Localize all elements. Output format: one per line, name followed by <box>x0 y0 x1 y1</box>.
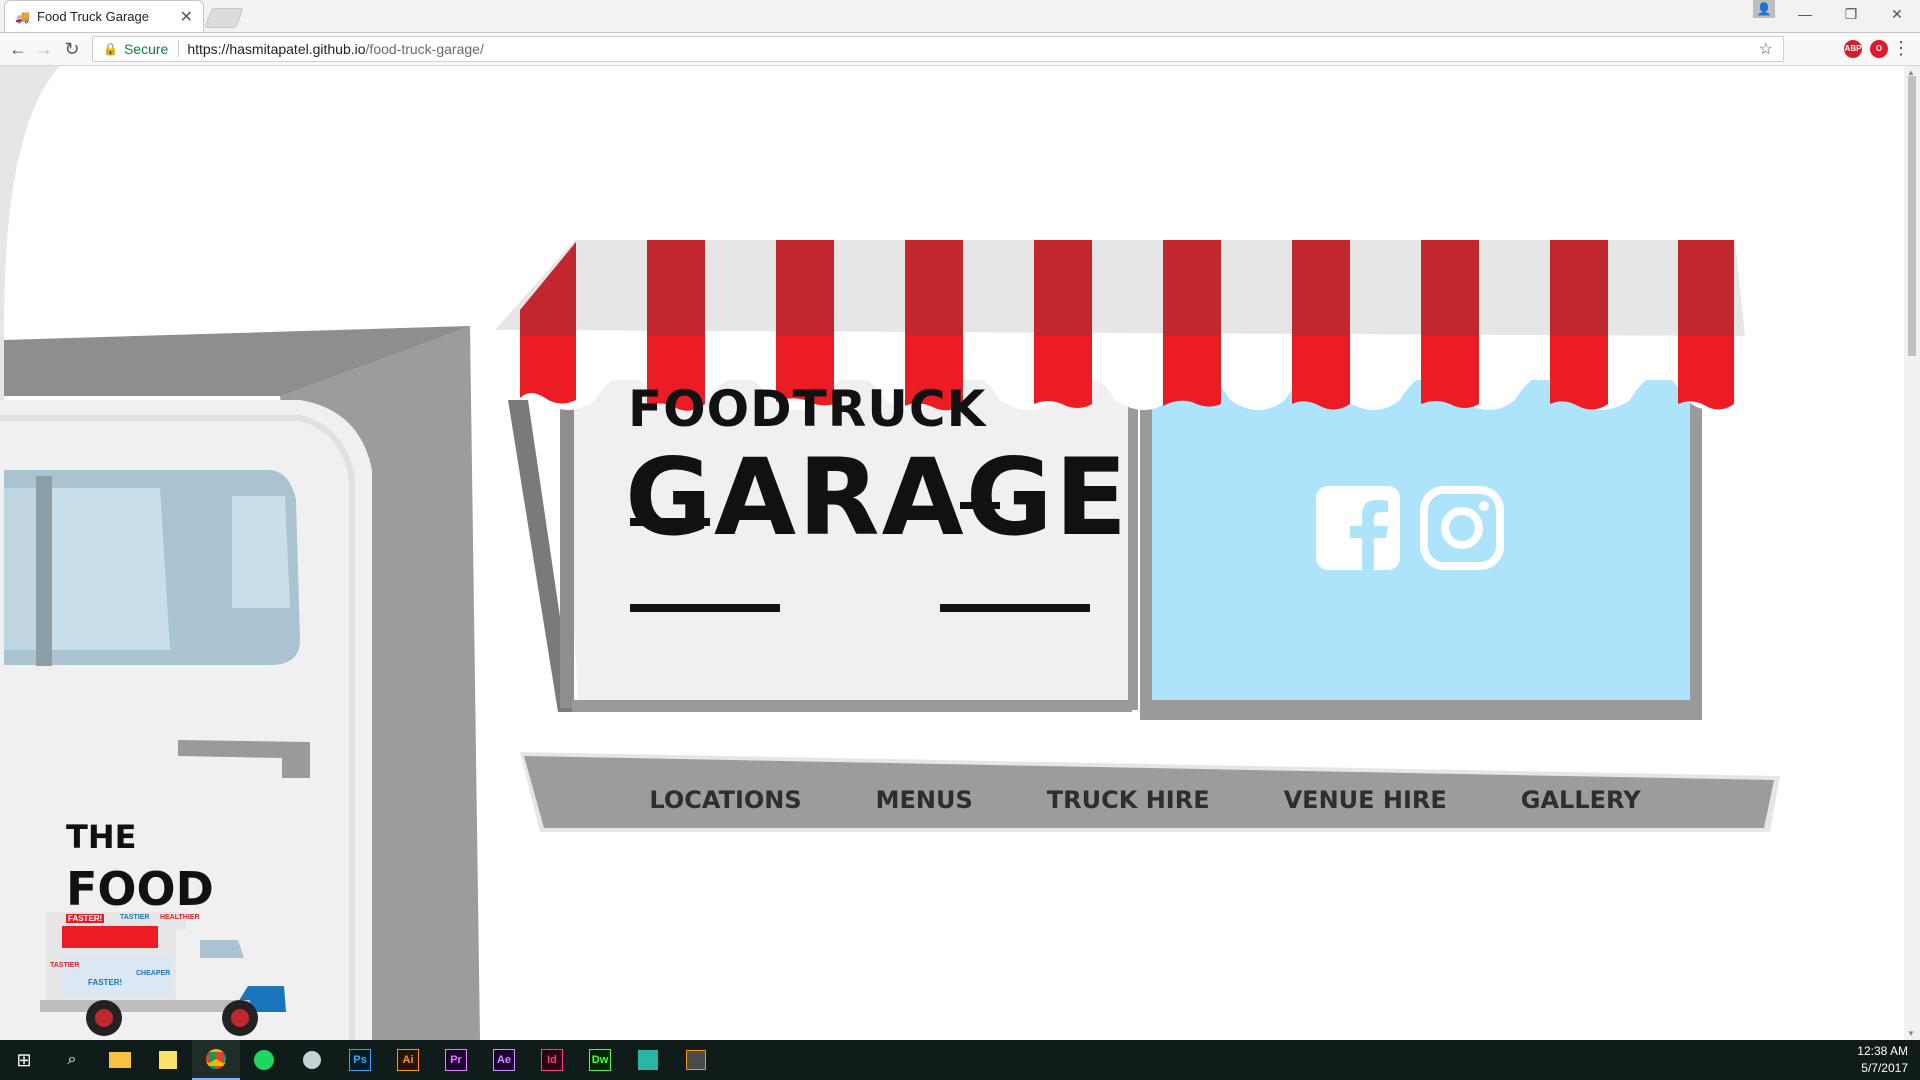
page-favicon-icon: 🚚 <box>15 9 30 24</box>
address-bar[interactable]: 🔒 Secure https://hasmitapatel.github.io … <box>92 36 1784 62</box>
url-path: /food-truck-garage/ <box>365 41 484 57</box>
minimize-icon[interactable]: — <box>1782 0 1828 28</box>
window-controls: — ❐ ✕ <box>1782 0 1920 28</box>
illustrator-icon[interactable]: Ai <box>384 1040 432 1080</box>
nav-menus[interactable]: MENUS <box>876 786 973 826</box>
search-icon[interactable]: ⌕ <box>48 1040 96 1080</box>
nav-venue-hire[interactable]: VENUE HIRE <box>1284 786 1447 826</box>
lock-icon: 🔒 <box>103 42 118 56</box>
main-navigation: LOCATIONS MENUS TRUCK HIRE VENUE HIRE GA… <box>520 786 1770 826</box>
bookmark-star-icon[interactable]: ☆ <box>1759 39 1773 59</box>
tab-close-icon[interactable]: ✕ <box>180 7 193 27</box>
nav-truck-hire[interactable]: TRUCK HIRE <box>1047 786 1210 826</box>
sticky-notes-icon[interactable] <box>144 1040 192 1080</box>
secure-label: Secure <box>123 41 169 57</box>
logo-garage-text: GARAGE <box>625 436 1130 559</box>
nav-gallery[interactable]: GALLERY <box>1521 786 1641 826</box>
browser-toolbar: ← → ↻ 🔒 Secure https://hasmitapatel.gith… <box>0 33 1920 66</box>
chrome-icon[interactable] <box>192 1040 240 1080</box>
sublime-text-icon[interactable] <box>672 1040 720 1080</box>
mini-logo-the: THE <box>66 818 137 856</box>
opera-extension-icon[interactable]: O <box>1870 40 1888 58</box>
system-clock[interactable]: 12:38 AM 5/7/2017 <box>1857 1043 1908 1077</box>
dreamweaver-icon[interactable]: Dw <box>576 1040 624 1080</box>
reload-icon[interactable]: ↻ <box>60 37 84 61</box>
browser-tab[interactable]: 🚚 Food Truck Garage ✕ <box>4 0 204 32</box>
chrome-menu-icon[interactable]: ⋮ <box>1892 38 1910 59</box>
decal-cheaper: CHEAPER <box>136 970 171 977</box>
indesign-icon[interactable]: Id <box>528 1040 576 1080</box>
decal-healthier: HEALTHIER <box>160 914 200 921</box>
photoshop-icon[interactable]: Ps <box>336 1040 384 1080</box>
after-effects-icon[interactable]: Ae <box>480 1040 528 1080</box>
profile-icon[interactable]: 👤 <box>1753 0 1775 18</box>
omnibox-divider <box>178 41 180 57</box>
web-page: FOODTRUCK GARAGE LOCATIONS MENUS TRUCK H… <box>0 66 1904 1040</box>
close-window-icon[interactable]: ✕ <box>1874 0 1920 28</box>
decal-faster-2: FASTER! <box>88 978 123 987</box>
instagram-icon[interactable] <box>1420 486 1504 570</box>
page-scrollbar[interactable]: ▲ ▼ <box>1904 66 1920 1040</box>
app-house-icon[interactable] <box>624 1040 672 1080</box>
facebook-icon[interactable] <box>1316 486 1400 570</box>
file-explorer-icon[interactable] <box>96 1040 144 1080</box>
decal-faster: FASTER! <box>66 914 105 923</box>
clock-time: 12:38 AM <box>1857 1044 1908 1058</box>
windows-start-icon[interactable]: ⊞ <box>0 1040 48 1080</box>
tab-strip: 🚚 Food Truck Garage ✕ 👤 — ❐ ✕ <box>0 0 1920 33</box>
decal-tastier-2: TASTIER <box>50 962 80 969</box>
clock-date: 5/7/2017 <box>1861 1061 1908 1075</box>
mini-logo-food: FOOD <box>66 862 214 916</box>
logo-foodtruck-text: FOODTRUCK <box>628 380 987 438</box>
url-host: https://hasmitapatel.github.io <box>187 41 366 57</box>
forward-icon[interactable]: → <box>32 37 56 61</box>
nav-locations[interactable]: LOCATIONS <box>649 786 801 826</box>
steam-icon[interactable] <box>288 1040 336 1080</box>
restore-icon[interactable]: ❐ <box>1828 0 1874 28</box>
new-tab-button[interactable] <box>204 8 244 28</box>
adblock-plus-icon[interactable]: ABP <box>1844 40 1862 58</box>
tab-title: Food Truck Garage <box>37 9 149 24</box>
decal-tastier: TASTIER <box>120 914 150 921</box>
back-icon[interactable]: ← <box>6 37 30 61</box>
windows-taskbar: ⊞ ⌕ Ps Ai Pr Ae Id Dw <box>0 1040 1920 1080</box>
premiere-icon[interactable]: Pr <box>432 1040 480 1080</box>
scrollbar-thumb[interactable] <box>1908 76 1916 356</box>
spotify-icon[interactable] <box>240 1040 288 1080</box>
scroll-down-icon[interactable]: ▼ <box>1907 1029 1915 1038</box>
